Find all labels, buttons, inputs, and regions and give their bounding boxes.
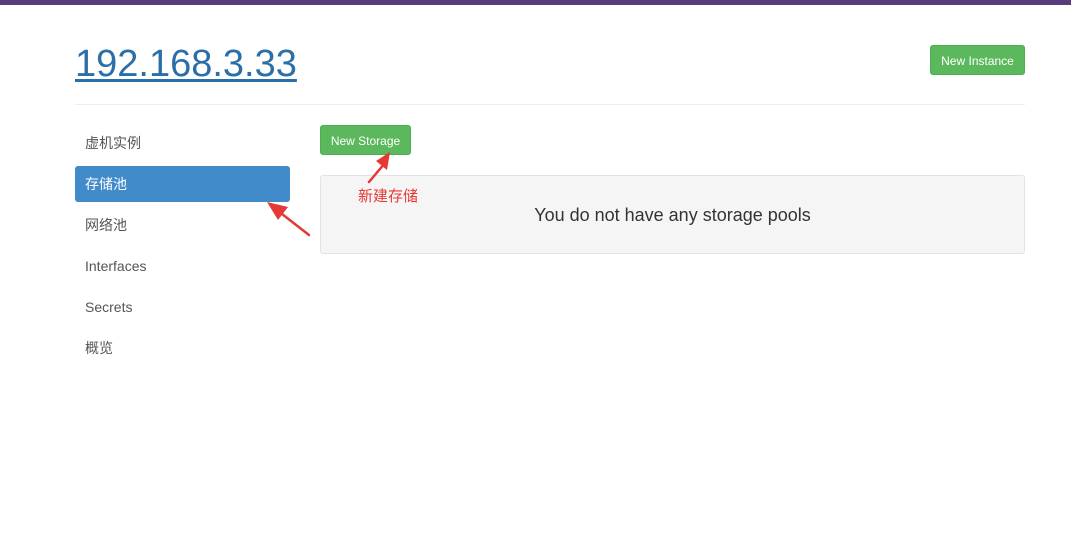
- sidebar-item-secrets[interactable]: Secrets: [75, 289, 290, 325]
- annotation-label: 新建存储: [358, 188, 419, 205]
- page-title[interactable]: 192.168.3.33: [75, 40, 297, 88]
- sidebar-item-instances[interactable]: 虚机实例: [75, 125, 290, 161]
- new-storage-button[interactable]: New Storage: [320, 125, 411, 155]
- sidebar-item-interfaces[interactable]: Interfaces: [75, 248, 290, 284]
- sidebar-item-storage[interactable]: 存储池: [75, 166, 290, 202]
- empty-state-message: You do not have any storage pools: [534, 205, 811, 225]
- top-bar: [0, 0, 1071, 5]
- sidebar-nav: 虚机实例 存储池 网络池 Interfaces Secrets 概览: [75, 125, 290, 371]
- new-instance-button[interactable]: New Instance: [930, 45, 1025, 75]
- header-divider: [75, 104, 1025, 105]
- sidebar-item-networks[interactable]: 网络池: [75, 207, 290, 243]
- sidebar-item-overview[interactable]: 概览: [75, 330, 290, 366]
- empty-storage-panel: You do not have any storage pools: [320, 175, 1025, 254]
